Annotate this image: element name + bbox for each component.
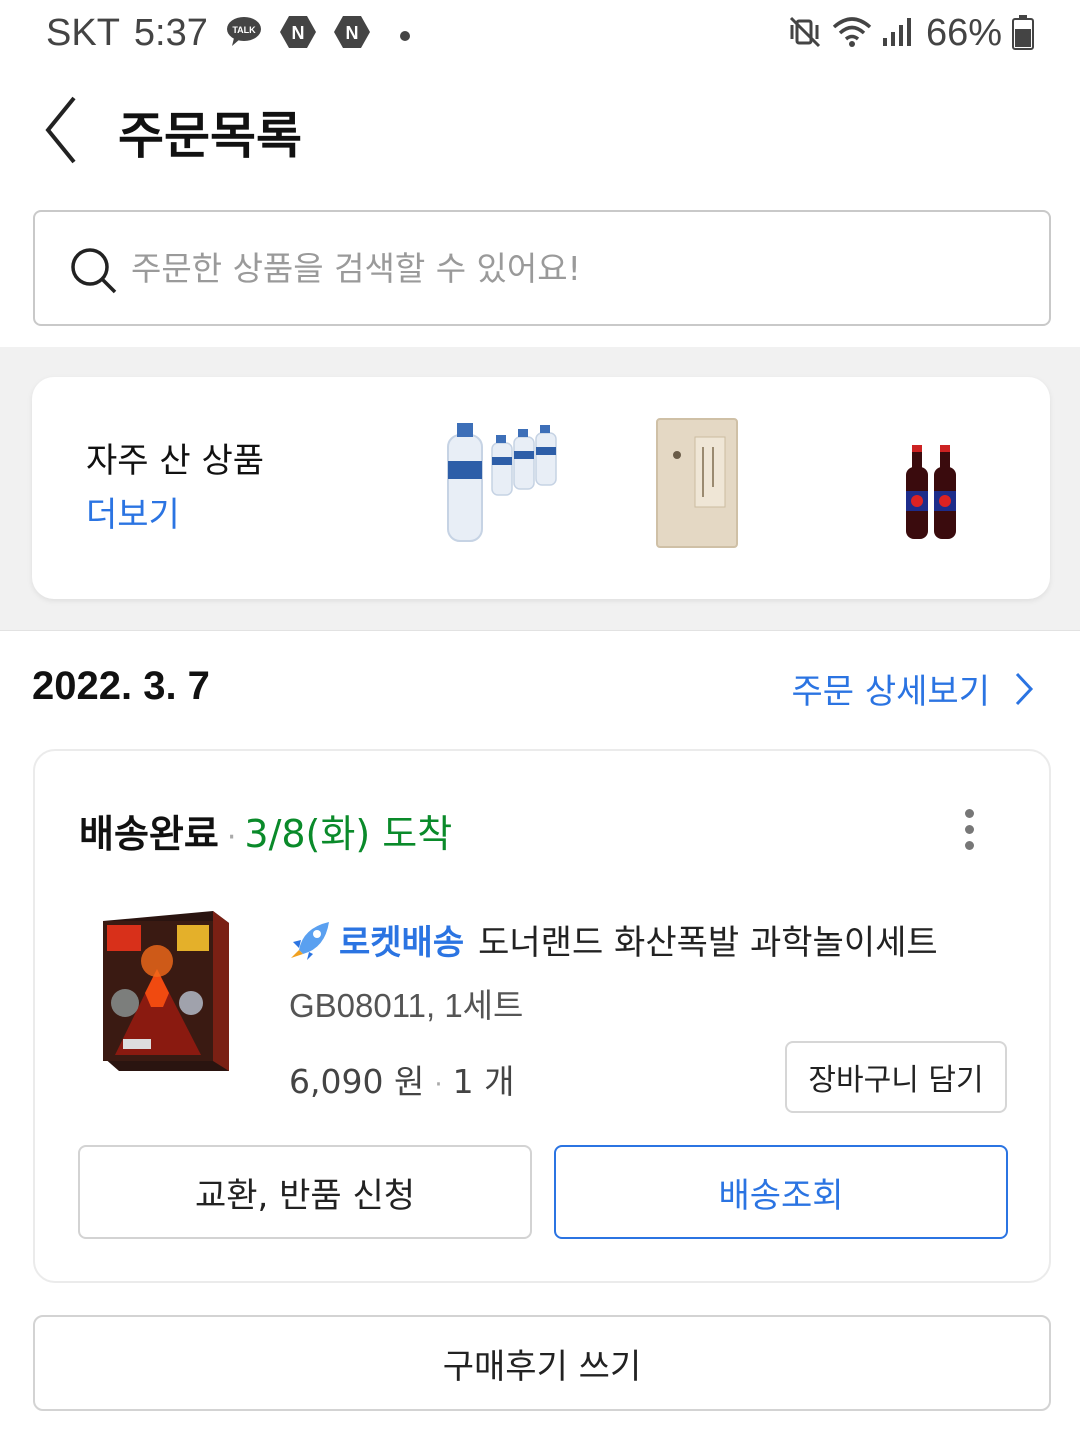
signal-icon <box>882 16 912 52</box>
rocket-icon <box>291 921 329 960</box>
add-to-cart-button[interactable]: 장바구니 담기 <box>785 1041 1007 1113</box>
rocket-delivery-label: 로켓배송 <box>339 923 465 963</box>
arrival-date: 3/8(화) 도착 <box>244 812 453 856</box>
vibrate-mute-icon <box>788 15 822 53</box>
status-bar: SKT 5:37 TALK N N 66% <box>0 0 1080 70</box>
track-delivery-button[interactable]: 배송조회 <box>554 1145 1008 1239</box>
naver-icon: N <box>279 15 316 53</box>
status-separator: · <box>226 820 237 855</box>
wifi-icon <box>832 15 872 53</box>
rocket-delivery-badge: 로켓배송 <box>289 915 464 964</box>
search-icon <box>71 248 117 294</box>
more-notifications-dot <box>399 30 410 41</box>
chevron-left-icon <box>45 96 76 164</box>
water-bottle-pack-image[interactable] <box>442 417 572 552</box>
order-search-box[interactable] <box>33 210 1051 326</box>
delivery-status: 배송완료 · 3/8(화) 도착 <box>79 803 452 858</box>
svg-text:N: N <box>345 23 358 43</box>
price-separator: · <box>434 1070 443 1100</box>
svg-text:N: N <box>291 23 304 43</box>
order-date: 2022. 3. 7 <box>32 664 210 708</box>
product-name: 도너랜드 화산폭발 과학놀이세트 <box>478 923 938 963</box>
carrier-label: SKT <box>46 12 120 54</box>
page-title: 주문목록 <box>118 107 302 165</box>
naver-icon: N <box>333 15 370 53</box>
more-options-icon[interactable] <box>959 809 979 853</box>
delivery-status-label: 배송완료 <box>79 812 219 856</box>
product-image[interactable] <box>93 907 233 1075</box>
order-detail-link[interactable]: 주문 상세보기 <box>792 664 1035 713</box>
battery-icon <box>1012 14 1034 54</box>
order-card: 배송완료 · 3/8(화) 도착 로켓배송 도너랜드 화산폭발 과학놀이세트 G… <box>33 749 1051 1283</box>
cola-bottles-image[interactable] <box>872 417 1002 552</box>
rice-bag-image[interactable] <box>637 417 767 552</box>
app-header: 주문목록 <box>0 80 1080 180</box>
search-input[interactable] <box>131 236 1011 300</box>
frequent-section: 자주 산 상품 더보기 <box>0 347 1080 631</box>
frequent-title: 자주 산 상품 <box>86 441 265 481</box>
product-quantity: 1 개 <box>452 1062 515 1101</box>
order-detail-label: 주문 상세보기 <box>791 672 991 712</box>
write-review-button[interactable]: 구매후기 쓰기 <box>33 1315 1051 1411</box>
frequent-card: 자주 산 상품 더보기 <box>32 377 1050 599</box>
battery-percent: 66% <box>925 12 1002 54</box>
kakaotalk-icon: TALK <box>226 16 262 52</box>
exchange-return-button[interactable]: 교환, 반품 신청 <box>78 1145 532 1239</box>
product-option: GB08011, 1세트 <box>289 987 524 1024</box>
product-price-row: 6,090 원 · 1 개 <box>289 1055 514 1103</box>
clock: 5:37 <box>133 12 208 54</box>
back-button[interactable] <box>36 92 96 168</box>
svg-text:TALK: TALK <box>232 25 256 35</box>
product-price: 6,090 원 <box>289 1062 425 1101</box>
chevron-right-icon <box>1015 672 1034 705</box>
frequent-more-link[interactable]: 더보기 <box>86 487 180 536</box>
product-title-line[interactable]: 로켓배송 도너랜드 화산폭발 과학놀이세트 <box>289 915 938 964</box>
